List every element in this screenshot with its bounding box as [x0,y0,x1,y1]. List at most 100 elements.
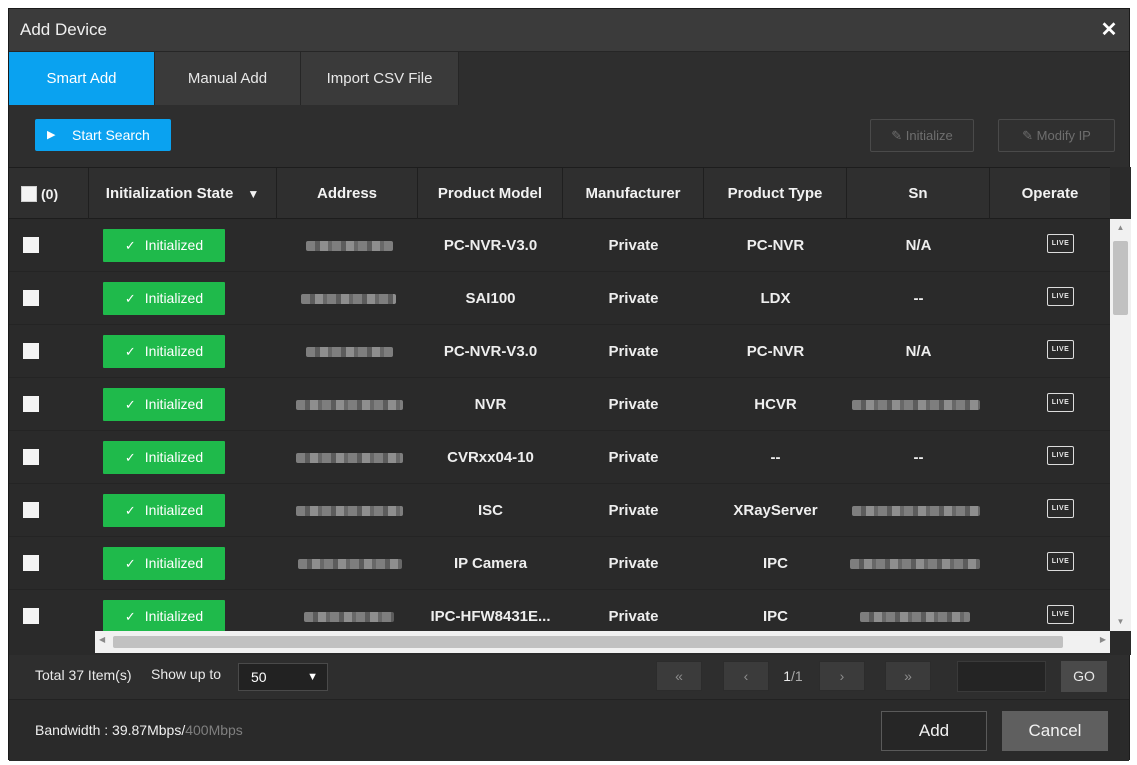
manufacturer: Private [608,449,659,466]
total-pages: /1 [791,668,803,684]
select-all-checkbox[interactable] [21,186,37,203]
product-model: PC-NVR-V3.0 [443,237,538,254]
header-manufacturer[interactable]: Manufacturer [563,168,704,219]
bandwidth-value: Bandwidth : 39.87Mbps/ [35,722,186,738]
check-icon: ✓ [124,291,136,306]
edit-icon: ✎ [1022,128,1034,143]
tab-import-csv[interactable]: Import CSV File [301,52,459,105]
product-type: IPC [762,555,788,572]
live-icon[interactable]: LIVE [1047,552,1074,571]
row-checkbox[interactable] [23,555,39,571]
table-row[interactable]: ✓ Initialized SAI100 Private LDX -- LIVE [9,272,1110,325]
manufacturer: Private [608,502,659,519]
row-checkbox[interactable] [23,396,39,412]
page-size-select[interactable]: 50 ▼ [238,663,328,691]
add-button[interactable]: Add [881,711,987,751]
go-button[interactable]: GO [1061,661,1107,692]
modify-ip-button[interactable]: ✎ Modify IP [998,119,1115,152]
show-up-to-label: Show up to [151,666,222,682]
initialize-button[interactable]: ✎ Initialize [870,119,974,152]
scroll-down-icon[interactable]: ▼ [1110,615,1131,629]
live-icon[interactable]: LIVE [1047,605,1074,624]
row-checkbox[interactable] [23,237,39,253]
bandwidth-max: 400Mbps [185,722,243,738]
cancel-button[interactable]: Cancel [1002,711,1108,751]
header-operate[interactable]: Operate [990,168,1110,219]
row-checkbox[interactable] [23,290,39,306]
page-size-value: 50 [251,669,267,685]
product-type: LDX [760,290,791,307]
table-row[interactable]: ✓ Initialized PC-NVR-V3.0 Private PC-NVR … [9,325,1110,378]
product-model: ISC [477,502,503,519]
header-sn[interactable]: Sn [847,168,990,219]
state-label: Initialized [144,237,204,253]
table-header: (0) Initialization State ▼ Address Produc… [9,167,1110,219]
next-page-button[interactable]: › [819,661,865,691]
header-initialization-state[interactable]: Initialization State ▼ [89,168,277,219]
header-address[interactable]: Address [277,168,418,219]
dialog-footer: Bandwidth : 39.87Mbps/400Mbps Add Cancel [9,699,1129,761]
scroll-left-icon[interactable]: ◀ [99,635,105,644]
product-model: NVR [474,396,507,413]
status-badge: ✓ Initialized [103,388,225,421]
header-select-all[interactable]: (0) [9,168,89,219]
product-type: PC-NVR [746,237,805,254]
caret-down-icon[interactable]: ▼ [247,169,259,220]
status-badge: ✓ Initialized [103,335,225,368]
address-blurred [304,612,394,622]
table-row[interactable]: ✓ Initialized ISC Private XRayServer LIVE [9,484,1110,537]
product-model: PC-NVR-V3.0 [443,343,538,360]
initialize-label: Initialize [905,128,953,143]
close-icon[interactable]: ✕ [1097,17,1121,43]
sn-blurred [852,506,980,516]
table-row[interactable]: ✓ Initialized IPC-HFW8431E... Private IPC… [9,590,1110,631]
live-icon[interactable]: LIVE [1047,234,1074,253]
live-icon[interactable]: LIVE [1047,340,1074,359]
product-type: -- [770,449,781,466]
prev-page-button[interactable]: ‹ [723,661,769,691]
table-row[interactable]: ✓ Initialized IP Camera Private IPC LIVE [9,537,1110,590]
check-icon: ✓ [124,503,136,518]
vertical-scrollbar[interactable]: ▲ ▼ [1110,219,1131,631]
product-model: CVRxx04-10 [447,449,534,466]
last-page-button[interactable]: » [885,661,931,691]
modify-ip-label: Modify IP [1036,128,1091,143]
tab-manual-add[interactable]: Manual Add [155,52,301,105]
tab-smart-add[interactable]: Smart Add [9,52,155,105]
table-row[interactable]: ✓ Initialized NVR Private HCVR LIVE [9,378,1110,431]
live-icon[interactable]: LIVE [1047,393,1074,412]
scrollbar-thumb[interactable] [1113,241,1128,315]
device-table: (0) Initialization State ▼ Address Produc… [9,167,1131,655]
address-blurred [306,347,393,357]
row-checkbox[interactable] [23,449,39,465]
manufacturer: Private [608,396,659,413]
row-checkbox[interactable] [23,502,39,518]
table-row[interactable]: ✓ Initialized CVRxx04-10 Private -- -- LI… [9,431,1110,484]
product-model: IP Camera [453,555,528,572]
status-badge: ✓ Initialized [103,229,225,262]
first-page-button[interactable]: « [656,661,702,691]
header-product-type[interactable]: Product Type [704,168,847,219]
state-label: Initialized [144,449,204,465]
check-icon: ✓ [124,397,136,412]
row-checkbox[interactable] [23,343,39,359]
scrollbar-thumb[interactable] [113,636,1063,648]
table-row[interactable]: ✓ Initialized PC-NVR-V3.0 Private PC-NVR … [9,219,1110,272]
tab-bar: Smart Add Manual Add Import CSV File [9,52,1129,105]
bandwidth-status: Bandwidth : 39.87Mbps/400Mbps [35,722,243,738]
live-icon[interactable]: LIVE [1047,287,1074,306]
status-badge: ✓ Initialized [103,600,225,631]
scroll-up-icon[interactable]: ▲ [1110,221,1131,235]
address-blurred [306,241,393,251]
goto-page-input[interactable] [957,661,1046,692]
state-label: Initialized [144,290,204,306]
header-product-model[interactable]: Product Model [418,168,563,219]
start-search-button[interactable]: ▶ Start Search [35,119,171,151]
live-icon[interactable]: LIVE [1047,499,1074,518]
play-icon: ▶ [47,129,56,141]
product-type: IPC [762,608,788,625]
address-blurred [301,294,396,304]
row-checkbox[interactable] [23,608,39,624]
live-icon[interactable]: LIVE [1047,446,1074,465]
scroll-right-icon[interactable]: ▶ [1100,635,1106,644]
